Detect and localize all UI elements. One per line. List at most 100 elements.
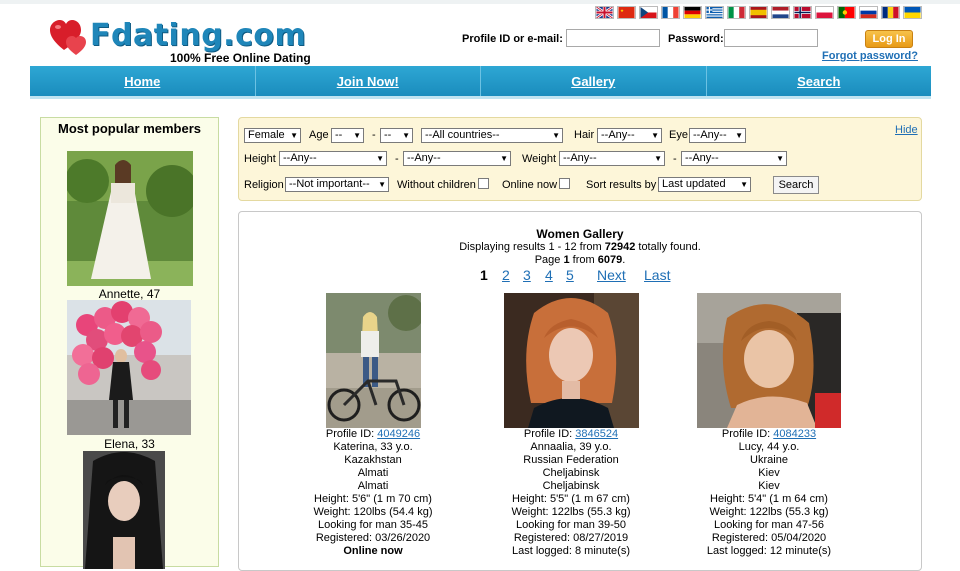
profile-registered: Registered: 05/04/2020 bbox=[711, 532, 827, 544]
flag-german-icon[interactable] bbox=[683, 6, 702, 19]
weight-to-select[interactable]: --Any-- bbox=[681, 151, 787, 166]
popular-members-panel: Most popular members Annette, 47 Elena, … bbox=[40, 117, 219, 569]
page-link-5[interactable]: 5 bbox=[566, 267, 574, 283]
flag-czech-icon[interactable] bbox=[639, 6, 658, 19]
profile-photo-annaalia[interactable] bbox=[503, 293, 639, 428]
flag-greek-icon[interactable] bbox=[705, 6, 724, 19]
profile-height: Height: 5'5" (1 m 67 cm) bbox=[512, 493, 630, 505]
age-from-select[interactable]: -- bbox=[331, 128, 364, 143]
language-flags: ★ bbox=[595, 6, 922, 19]
page-suffix: . bbox=[622, 254, 626, 266]
page-link-3[interactable]: 3 bbox=[523, 267, 531, 283]
height-to-select[interactable]: --Any-- bbox=[403, 151, 511, 166]
member-photo-3[interactable] bbox=[83, 451, 165, 569]
flag-romanian-icon[interactable] bbox=[881, 6, 900, 19]
profile-last-logged: Last logged: 8 minute(s) bbox=[511, 545, 630, 557]
password-label: Password: bbox=[668, 33, 724, 45]
flag-english-icon[interactable] bbox=[595, 6, 614, 19]
weight-dash: - bbox=[673, 153, 677, 165]
profile-id-link[interactable]: 3846524 bbox=[575, 428, 618, 440]
height-from-select[interactable]: --Any-- bbox=[279, 151, 387, 166]
next-page-link[interactable]: Next bbox=[597, 267, 626, 283]
profile-id-input[interactable] bbox=[566, 29, 660, 47]
profile-looking-for: Looking for man 39-50 bbox=[515, 519, 627, 531]
hearts-logo-icon bbox=[50, 20, 86, 55]
profile-id-label: Profile ID: bbox=[325, 428, 375, 440]
age-to-select[interactable]: -- bbox=[380, 128, 413, 143]
results-summary: Displaying results 1 - 12 from 72942 tot… bbox=[238, 241, 922, 253]
sort-select[interactable]: Last updated bbox=[658, 177, 751, 192]
flag-french-icon[interactable] bbox=[661, 6, 680, 19]
online-now-label: Online now bbox=[502, 179, 558, 191]
profile-city: Kiev bbox=[758, 480, 780, 492]
religion-select[interactable]: --Not important-- bbox=[285, 177, 389, 192]
flag-portuguese-icon[interactable] bbox=[837, 6, 856, 19]
flag-dutch-icon[interactable] bbox=[771, 6, 790, 19]
profile-weight: Weight: 122lbs (55.3 kg) bbox=[709, 506, 829, 518]
flag-polish-icon[interactable] bbox=[815, 6, 834, 19]
nav-gallery[interactable]: Gallery bbox=[481, 66, 707, 96]
profile-looking-for: Looking for man 35-45 bbox=[317, 519, 429, 531]
page-link-2[interactable]: 2 bbox=[502, 267, 510, 283]
profile-weight: Weight: 120lbs (54.4 kg) bbox=[313, 506, 433, 518]
member-name-annette[interactable]: Annette, 47 bbox=[41, 287, 218, 301]
eye-select[interactable]: --Any-- bbox=[689, 128, 746, 143]
password-input[interactable] bbox=[724, 29, 818, 47]
member-name-elena[interactable]: Elena, 33 bbox=[41, 437, 218, 451]
profile-id-link[interactable]: 4084233 bbox=[773, 428, 816, 440]
profile-id-link[interactable]: 4049246 bbox=[377, 428, 420, 440]
page-link-1: 1 bbox=[480, 267, 488, 283]
profile-looking-for: Looking for man 47-56 bbox=[713, 519, 825, 531]
gender-select[interactable]: Female bbox=[244, 128, 301, 143]
hide-search-link[interactable]: Hide bbox=[895, 124, 918, 136]
login-button[interactable]: Log In bbox=[865, 30, 913, 48]
sort-label: Sort results by bbox=[586, 179, 657, 191]
profile-card-katerina: Profile ID: 4049246 Katerina, 33 y.o. Ka… bbox=[273, 293, 473, 558]
religion-label: Religion bbox=[244, 179, 284, 191]
profile-id-line: Profile ID: 4049246 bbox=[273, 428, 473, 441]
profile-name-age: Lucy, 44 y.o. bbox=[738, 441, 800, 453]
profile-registered: Registered: 08/27/2019 bbox=[513, 532, 629, 544]
weight-label: Weight bbox=[522, 153, 557, 165]
weight-from-select[interactable]: --Any-- bbox=[559, 151, 665, 166]
profile-id-label: Profile ID: bbox=[523, 428, 573, 440]
profile-city: Almati bbox=[357, 480, 389, 492]
without-children-checkbox[interactable] bbox=[478, 178, 489, 189]
profile-country: Kazakhstan bbox=[344, 454, 402, 466]
profile-photo-katerina[interactable] bbox=[325, 293, 421, 428]
flag-norwegian-icon[interactable] bbox=[793, 6, 812, 19]
flag-ukrainian-icon[interactable] bbox=[903, 6, 922, 19]
profile-name-age: Annaalia, 39 y.o. bbox=[530, 441, 612, 453]
member-photo-annette[interactable] bbox=[67, 151, 193, 286]
nav-search[interactable]: Search bbox=[707, 66, 932, 96]
flag-italian-icon[interactable] bbox=[727, 6, 746, 19]
flag-russian-icon[interactable] bbox=[859, 6, 878, 19]
brand-tagline: 100% Free Online Dating bbox=[170, 51, 311, 65]
country-select[interactable]: --All countries-- bbox=[421, 128, 563, 143]
profile-photo-lucy[interactable] bbox=[697, 293, 841, 428]
last-page-link[interactable]: Last bbox=[644, 267, 670, 283]
online-now-checkbox[interactable] bbox=[559, 178, 570, 189]
search-button[interactable]: Search bbox=[773, 176, 819, 194]
profile-id-line: Profile ID: 4084233 bbox=[669, 428, 869, 441]
profile-id-label: Profile ID: bbox=[721, 428, 771, 440]
nav-home[interactable]: Home bbox=[30, 66, 256, 96]
member-photo-elena[interactable] bbox=[67, 300, 191, 435]
nav-join-now[interactable]: Join Now! bbox=[256, 66, 481, 96]
profile-id-label: Profile ID or e-mail: bbox=[462, 33, 563, 45]
profile-card-lucy: Profile ID: 4084233 Lucy, 44 y.o. Ukrain… bbox=[669, 293, 869, 558]
hair-select[interactable]: --Any-- bbox=[597, 128, 662, 143]
forgot-password-link[interactable]: Forgot password? bbox=[822, 50, 918, 62]
age-dash: - bbox=[372, 129, 376, 141]
flag-spanish-icon[interactable] bbox=[749, 6, 768, 19]
profile-last-logged: Last logged: 12 minute(s) bbox=[706, 545, 832, 557]
hair-label: Hair bbox=[574, 129, 595, 141]
results-prefix: Displaying results 1 - 12 from bbox=[459, 241, 605, 253]
results-suffix: totally found. bbox=[635, 241, 701, 253]
profile-weight: Weight: 122lbs (55.3 kg) bbox=[511, 506, 631, 518]
page-link-4[interactable]: 4 bbox=[545, 267, 553, 283]
profile-height: Height: 5'6" (1 m 70 cm) bbox=[314, 493, 432, 505]
flag-chinese-icon[interactable]: ★ bbox=[617, 6, 636, 19]
height-dash: - bbox=[395, 153, 399, 165]
page-summary: Page 1 from 6079. bbox=[238, 254, 922, 266]
